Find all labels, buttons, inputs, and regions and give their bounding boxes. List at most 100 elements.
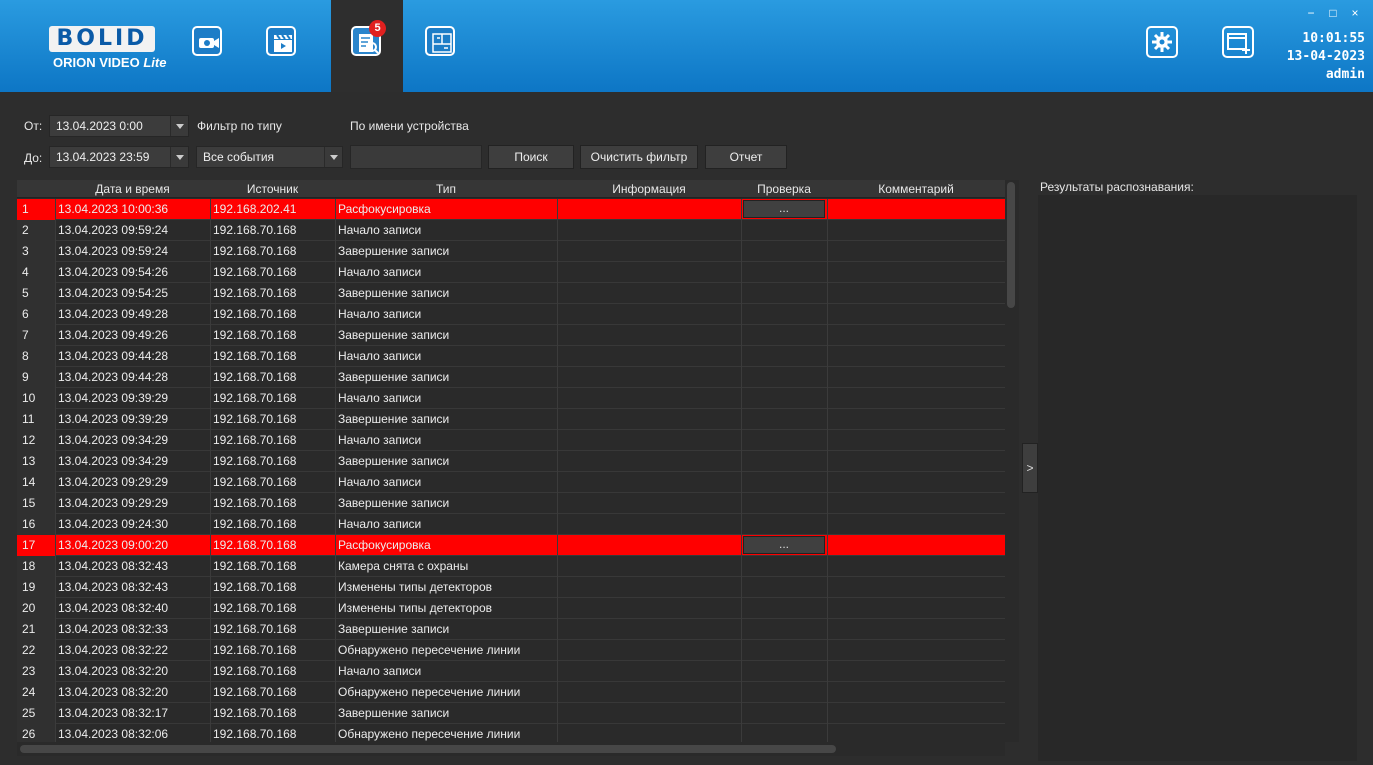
column-divider <box>557 598 558 619</box>
table-row[interactable]: 16 13.04.2023 09:24:30 192.168.70.168 Начал… <box>17 514 1005 535</box>
table-row[interactable]: 2 13.04.2023 09:59:24 192.168.70.168 Начало… <box>17 220 1005 241</box>
column-divider <box>55 577 56 598</box>
col-source[interactable]: Источник <box>210 180 335 198</box>
table-row[interactable]: 26 13.04.2023 08:32:06 192.168.70.168 Обнар… <box>17 724 1005 742</box>
nav-archive[interactable] <box>246 0 318 92</box>
horizontal-scrollbar[interactable] <box>17 742 1005 756</box>
row-datetime: 13.04.2023 09:39:29 <box>58 412 169 426</box>
row-number: 2 <box>17 220 55 241</box>
table-row[interactable]: 18 13.04.2023 08:32:43 192.168.70.168 Камер… <box>17 556 1005 577</box>
settings-button[interactable] <box>1146 26 1178 58</box>
scroll-thumb[interactable] <box>1007 182 1015 308</box>
table-row[interactable]: 20 13.04.2023 08:32:40 192.168.70.168 Измен… <box>17 598 1005 619</box>
row-comment <box>827 325 1005 346</box>
col-type[interactable]: Тип <box>335 180 557 198</box>
row-comment <box>827 535 1005 556</box>
column-divider <box>335 661 336 682</box>
column-divider <box>827 703 828 724</box>
column-divider <box>55 451 56 472</box>
row-number: 12 <box>17 430 55 451</box>
expand-panel-button[interactable]: > <box>1022 443 1038 493</box>
row-source: 192.168.70.168 <box>213 391 297 405</box>
table-row[interactable]: 4 13.04.2023 09:54:26 192.168.70.168 Начало… <box>17 262 1005 283</box>
row-datetime: 13.04.2023 08:32:20 <box>58 664 169 678</box>
table-row[interactable]: 12 13.04.2023 09:34:29 192.168.70.168 Начал… <box>17 430 1005 451</box>
nav-events[interactable]: 5 <box>331 0 403 92</box>
table-row[interactable]: 11 13.04.2023 09:39:29 192.168.70.168 Завер… <box>17 409 1005 430</box>
verify-button[interactable]: ... <box>743 536 825 554</box>
add-window-button[interactable] <box>1222 26 1254 58</box>
table-row[interactable]: 14 13.04.2023 09:29:29 192.168.70.168 Начал… <box>17 472 1005 493</box>
table-row[interactable]: 5 13.04.2023 09:54:25 192.168.70.168 Заверш… <box>17 283 1005 304</box>
report-button[interactable]: Отчет <box>705 145 787 169</box>
row-check <box>741 430 827 451</box>
table-row[interactable]: 6 13.04.2023 09:49:28 192.168.70.168 Начало… <box>17 304 1005 325</box>
row-check <box>741 493 827 514</box>
event-type-select[interactable]: Все события <box>196 146 343 168</box>
row-check <box>741 346 827 367</box>
close-button[interactable]: × <box>1347 6 1363 20</box>
table-row[interactable]: 23 13.04.2023 08:32:20 192.168.70.168 Начал… <box>17 661 1005 682</box>
col-comment[interactable]: Комментарий <box>827 180 1005 198</box>
table-row[interactable]: 19 13.04.2023 08:32:43 192.168.70.168 Измен… <box>17 577 1005 598</box>
col-check[interactable]: Проверка <box>741 180 827 198</box>
table-row[interactable]: 15 13.04.2023 09:29:29 192.168.70.168 Завер… <box>17 493 1005 514</box>
verify-button[interactable]: ... <box>743 200 825 218</box>
row-type: Завершение записи <box>338 706 450 720</box>
row-number: 22 <box>17 640 55 661</box>
nav-cameras[interactable] <box>172 0 244 92</box>
clear-filter-button[interactable]: Очистить фильтр <box>580 145 698 169</box>
row-number: 19 <box>17 577 55 598</box>
column-divider <box>741 724 742 742</box>
table-row[interactable]: 8 13.04.2023 09:44:28 192.168.70.168 Начало… <box>17 346 1005 367</box>
column-divider <box>335 388 336 409</box>
table-row[interactable]: 17 13.04.2023 09:00:20 192.168.70.168 Расфо… <box>17 535 1005 556</box>
chevron-down-icon <box>170 116 188 136</box>
table-row[interactable]: 13 13.04.2023 09:34:29 192.168.70.168 Завер… <box>17 451 1005 472</box>
scroll-thumb[interactable] <box>20 745 836 753</box>
from-date-picker[interactable]: 13.04.2023 0:00 <box>49 115 189 137</box>
table-row[interactable]: 21 13.04.2023 08:32:33 192.168.70.168 Завер… <box>17 619 1005 640</box>
column-divider <box>335 703 336 724</box>
maximize-button[interactable]: □ <box>1325 6 1341 20</box>
row-number: 10 <box>17 388 55 409</box>
col-info[interactable]: Информация <box>557 180 741 198</box>
row-number: 25 <box>17 703 55 724</box>
column-divider <box>55 325 56 346</box>
table-row[interactable]: 7 13.04.2023 09:49:26 192.168.70.168 Заверш… <box>17 325 1005 346</box>
row-number: 13 <box>17 451 55 472</box>
col-datetime[interactable]: Дата и время <box>55 180 210 198</box>
table-row[interactable]: 1 13.04.2023 10:00:36 192.168.202.41 Расфок… <box>17 199 1005 220</box>
row-number: 17 <box>17 535 55 556</box>
recognition-results-title: Результаты распознавания: <box>1040 180 1194 194</box>
vertical-scrollbar[interactable] <box>1005 180 1019 742</box>
column-divider <box>741 577 742 598</box>
row-type: Обнаружено пересечение линии <box>338 685 521 699</box>
row-datetime: 13.04.2023 09:00:20 <box>58 538 169 552</box>
table-row[interactable]: 3 13.04.2023 09:59:24 192.168.70.168 Заверш… <box>17 241 1005 262</box>
column-divider <box>55 220 56 241</box>
row-type: Завершение записи <box>338 454 450 468</box>
row-source: 192.168.70.168 <box>213 223 297 237</box>
table-row[interactable]: 9 13.04.2023 09:44:28 192.168.70.168 Заверш… <box>17 367 1005 388</box>
nav-layout[interactable] <box>405 0 477 92</box>
table-row[interactable]: 10 13.04.2023 09:39:29 192.168.70.168 Начал… <box>17 388 1005 409</box>
column-divider <box>55 472 56 493</box>
row-datetime: 13.04.2023 08:32:17 <box>58 706 169 720</box>
device-name-input[interactable] <box>350 145 482 169</box>
col-number[interactable] <box>17 180 55 198</box>
table-row[interactable]: 22 13.04.2023 08:32:22 192.168.70.168 Обнар… <box>17 640 1005 661</box>
table-row[interactable]: 25 13.04.2023 08:32:17 192.168.70.168 Завер… <box>17 703 1005 724</box>
row-check <box>741 577 827 598</box>
row-datetime: 13.04.2023 09:39:29 <box>58 391 169 405</box>
row-comment <box>827 682 1005 703</box>
to-date-value: 13.04.2023 23:59 <box>56 150 150 164</box>
search-button[interactable]: Поиск <box>488 145 574 169</box>
minimize-button[interactable]: − <box>1303 6 1319 20</box>
row-info <box>557 199 741 220</box>
row-type: Камера снята с охраны <box>338 559 469 573</box>
to-date-picker[interactable]: 13.04.2023 23:59 <box>49 146 189 168</box>
column-divider <box>335 262 336 283</box>
table-row[interactable]: 24 13.04.2023 08:32:20 192.168.70.168 Обнар… <box>17 682 1005 703</box>
row-source: 192.168.70.168 <box>213 727 297 741</box>
